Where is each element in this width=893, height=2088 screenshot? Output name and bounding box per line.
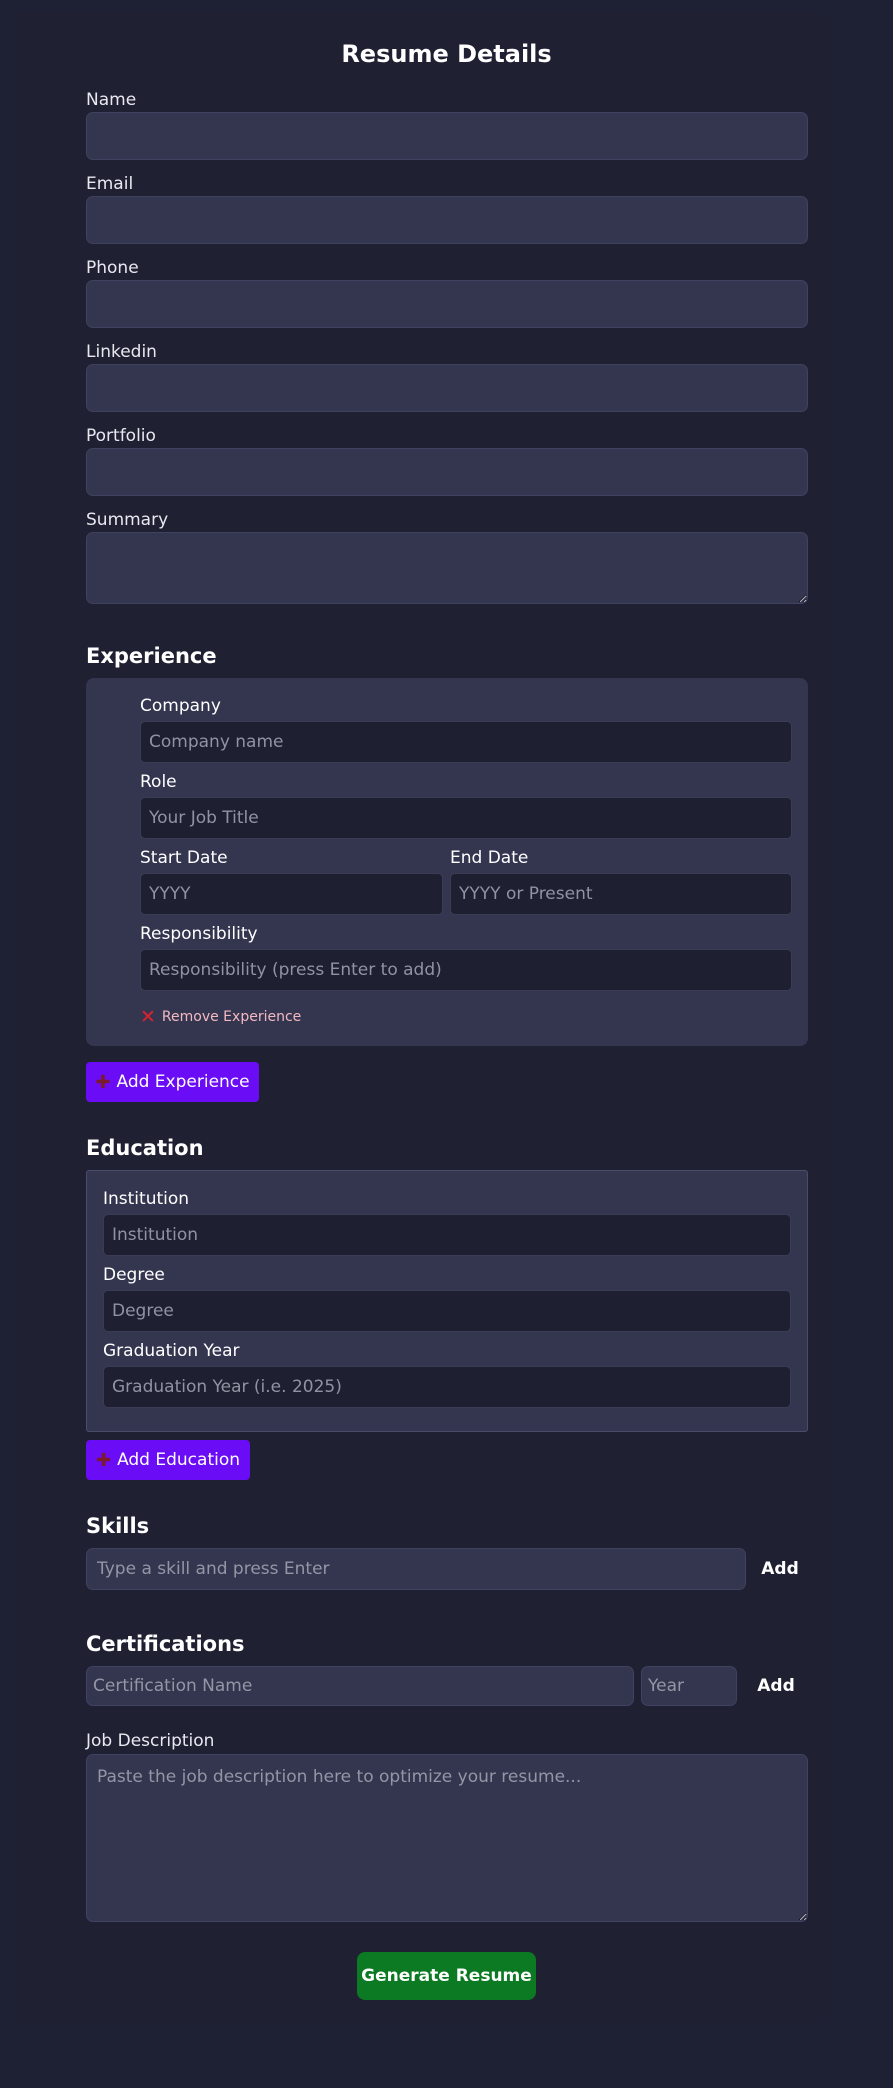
responsibility-input[interactable] (140, 949, 792, 991)
role-input[interactable] (140, 797, 792, 839)
skill-input[interactable] (86, 1548, 746, 1590)
phone-label: Phone (86, 258, 139, 278)
name-input[interactable] (86, 112, 808, 160)
cross-mark-icon: ✕ (140, 1006, 156, 1028)
end-date-input[interactable] (450, 873, 792, 915)
experience-heading: Experience (86, 644, 217, 668)
end-date-label: End Date (450, 848, 529, 868)
company-label: Company (140, 696, 221, 716)
institution-label: Institution (103, 1189, 190, 1209)
page-title: Resume Details (341, 40, 552, 68)
graduation-year-input[interactable] (103, 1366, 791, 1408)
skills-heading: Skills (86, 1514, 150, 1538)
company-input[interactable] (140, 721, 792, 763)
add-experience-button[interactable]: ✚ Add Experience (86, 1062, 259, 1102)
phone-input[interactable] (86, 280, 808, 328)
education-heading: Education (86, 1136, 204, 1160)
remove-experience-button[interactable]: ✕ Remove Experience (140, 1006, 301, 1028)
portfolio-label: Portfolio (86, 426, 156, 446)
degree-input[interactable] (103, 1290, 791, 1332)
summary-label: Summary (86, 510, 169, 530)
responsibility-label: Responsibility (140, 924, 258, 944)
role-label: Role (140, 772, 177, 792)
start-date-input[interactable] (140, 873, 443, 915)
graduation-year-label: Graduation Year (103, 1341, 240, 1361)
summary-textarea[interactable] (86, 532, 808, 604)
name-label: Name (86, 90, 137, 110)
add-education-label: Add Education (117, 1450, 241, 1470)
job-description-textarea[interactable] (86, 1754, 808, 1922)
linkedin-label: Linkedin (86, 342, 157, 362)
certification-name-input[interactable] (86, 1666, 634, 1706)
add-skill-button[interactable]: Add (752, 1548, 808, 1590)
certification-year-input[interactable] (641, 1666, 737, 1706)
plus-icon: ✚ (95, 1449, 112, 1471)
start-date-label: Start Date (140, 848, 228, 868)
job-description-label: Job Description (86, 1731, 215, 1751)
linkedin-input[interactable] (86, 364, 808, 412)
institution-input[interactable] (103, 1214, 791, 1256)
add-experience-label: Add Experience (116, 1072, 250, 1092)
generate-resume-button[interactable]: Generate Resume (357, 1952, 536, 2000)
certifications-heading: Certifications (86, 1632, 245, 1656)
add-certification-button[interactable]: Add (744, 1666, 808, 1706)
add-education-button[interactable]: ✚ Add Education (86, 1440, 250, 1480)
email-label: Email (86, 174, 134, 194)
portfolio-input[interactable] (86, 448, 808, 496)
remove-experience-label: Remove Experience (161, 1009, 302, 1025)
plus-icon: ✚ (95, 1071, 111, 1093)
degree-label: Degree (103, 1265, 165, 1285)
email-input[interactable] (86, 196, 808, 244)
